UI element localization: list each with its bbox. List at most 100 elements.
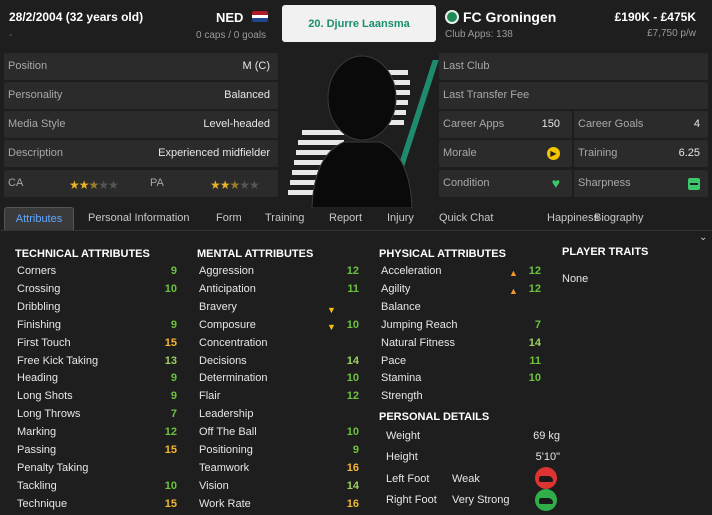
last-transfer-fee-label: Last Transfer Fee xyxy=(443,89,530,101)
attribute-penalty-taking[interactable]: Penalty Taking xyxy=(17,460,177,478)
attribute-name: Acceleration xyxy=(381,265,442,277)
attribute-first-touch[interactable]: First Touch 15 xyxy=(17,335,177,353)
attribute-value: 11 xyxy=(347,282,359,295)
tab-personal-information[interactable]: Personal Information xyxy=(82,207,196,230)
attribute-leadership[interactable]: Leadership xyxy=(199,406,359,424)
height-label: Height xyxy=(386,451,418,463)
right-foot-value: Very Strong xyxy=(452,494,510,506)
attribute-name: Jumping Reach xyxy=(381,318,458,331)
attribute-stamina[interactable]: Stamina 10 xyxy=(381,370,541,388)
morale-label: Morale xyxy=(443,147,477,159)
attribute-name: Agility xyxy=(381,282,411,295)
attribute-heading[interactable]: Heading 9 xyxy=(17,370,177,388)
tab-training[interactable]: Training xyxy=(259,207,310,230)
training-value: 6.25 xyxy=(678,147,700,159)
chevron-down-icon[interactable]: ⌄ xyxy=(699,232,707,243)
attribute-work-rate[interactable]: Work Rate 16 xyxy=(199,496,359,514)
right-foot-label: Right Foot xyxy=(386,494,437,506)
attribute-long-shots[interactable]: Long Shots 9 xyxy=(17,388,177,406)
attribute-name: Concentration xyxy=(199,336,268,349)
training-row: Training 6.25 xyxy=(574,140,708,167)
attribute-decisions[interactable]: Decisions 14 xyxy=(199,353,359,371)
player-portrait xyxy=(282,50,439,208)
attribute-value: 11 xyxy=(529,354,541,367)
attribute-name: Corners xyxy=(17,265,57,277)
tab-quick-chat[interactable]: Quick Chat xyxy=(433,207,499,230)
position-label: Position xyxy=(8,60,48,72)
attribute-value: 10 xyxy=(346,318,359,331)
international-caps: 0 caps / 0 goals xyxy=(196,30,267,41)
tab-injury[interactable]: Injury xyxy=(381,207,420,230)
attribute-natural-fitness[interactable]: Natural Fitness 14 xyxy=(381,335,541,353)
sharpness-label: Sharpness xyxy=(578,177,631,189)
weight-label: Weight xyxy=(386,430,421,442)
personality-value: Balanced xyxy=(224,89,270,101)
attribute-name: Leadership xyxy=(199,408,254,421)
attribute-aggression[interactable]: Aggression 12 xyxy=(199,263,359,281)
attribute-balance[interactable]: Balance xyxy=(381,299,541,317)
club-name[interactable]: FC Groningen xyxy=(463,9,556,25)
personality-row: Personality Balanced xyxy=(4,82,278,109)
last-transfer-fee-row: Last Transfer Fee xyxy=(439,82,708,109)
attribute-off-the-ball[interactable]: Off The Ball 10 xyxy=(199,424,359,442)
attribute-corners[interactable]: Corners 9 xyxy=(17,263,177,281)
media-style-label: Media Style xyxy=(8,118,66,130)
attribute-name: Aggression xyxy=(199,265,255,277)
career-goals-value: 4 xyxy=(693,118,700,130)
nationality[interactable]: NED xyxy=(216,10,243,25)
tab-biography[interactable]: Biography xyxy=(588,207,650,230)
media-style-value: Level-headed xyxy=(203,118,270,130)
attribute-value: 10 xyxy=(346,372,359,385)
attribute-passing[interactable]: Passing 15 xyxy=(17,442,177,460)
attribute-value: 10 xyxy=(164,479,177,492)
attribute-free-kick-taking[interactable]: Free Kick Taking 13 xyxy=(17,353,177,371)
tab-attributes[interactable]: Attributes xyxy=(4,207,74,230)
attribute-value: 10 xyxy=(346,426,359,439)
attribute-strength[interactable]: Strength xyxy=(381,388,541,406)
morale-row[interactable]: Morale ▶ xyxy=(439,140,572,167)
attribute-value: 14 xyxy=(528,336,541,349)
ca-stars-icon: ★★★★★ xyxy=(69,178,119,192)
player-name[interactable]: 20. Djurre Laansma xyxy=(282,5,436,42)
attribute-long-throws[interactable]: Long Throws 7 xyxy=(17,406,177,424)
attribute-name: Long Throws xyxy=(17,408,81,421)
attribute-concentration[interactable]: Concentration xyxy=(199,335,359,353)
attribute-name: Technique xyxy=(17,497,68,510)
attribute-flair[interactable]: Flair 12 xyxy=(199,388,359,406)
attribute-tackling[interactable]: Tackling 10 xyxy=(17,478,177,496)
attribute-value: 16 xyxy=(346,497,359,510)
attribute-name: Decisions xyxy=(199,354,247,367)
condition-row: Condition ♥ xyxy=(439,170,572,197)
weight-value: 69 kg xyxy=(533,430,560,442)
bravery-arrow-icon: ▼ xyxy=(327,305,336,315)
career-apps-label: Career Apps xyxy=(443,118,505,130)
attribute-vision[interactable]: Vision 14 xyxy=(199,478,359,496)
attribute-value: 12 xyxy=(164,426,177,439)
attribute-value: 15 xyxy=(164,444,177,456)
attribute-finishing[interactable]: Finishing 9 xyxy=(17,317,177,335)
attribute-dribbling[interactable]: Dribbling xyxy=(17,299,177,317)
attribute-crossing[interactable]: Crossing 10 xyxy=(17,281,177,299)
attribute-name: Determination xyxy=(199,372,268,385)
tab-report[interactable]: Report xyxy=(323,207,368,230)
attribute-technique[interactable]: Technique 15 xyxy=(17,496,177,514)
attribute-name: Marking xyxy=(17,426,57,439)
tab-form[interactable]: Form xyxy=(210,207,248,230)
mental-title: MENTAL ATTRIBUTES xyxy=(197,248,314,260)
attribute-marking[interactable]: Marking 12 xyxy=(17,424,177,442)
physical-title: PHYSICAL ATTRIBUTES xyxy=(379,248,506,260)
attribute-name: Positioning xyxy=(199,444,253,456)
player-traits-value: None xyxy=(562,273,589,285)
attribute-pace[interactable]: Pace 11 xyxy=(381,353,541,371)
attribute-jumping-reach[interactable]: Jumping Reach 7 xyxy=(381,317,541,335)
attribute-determination[interactable]: Determination 10 xyxy=(199,370,359,388)
career-apps-row: Career Apps 150 xyxy=(439,111,572,138)
attribute-name: Teamwork xyxy=(199,461,250,474)
attribute-value: 12 xyxy=(346,265,359,277)
attribute-positioning[interactable]: Positioning 9 xyxy=(199,442,359,460)
personal-details-title: PERSONAL DETAILS xyxy=(379,411,490,423)
attribute-anticipation[interactable]: Anticipation 11 xyxy=(199,281,359,299)
attribute-teamwork[interactable]: Teamwork 16 xyxy=(199,460,359,478)
sharpness-icon xyxy=(688,178,700,190)
attribute-name: Balance xyxy=(381,300,421,313)
